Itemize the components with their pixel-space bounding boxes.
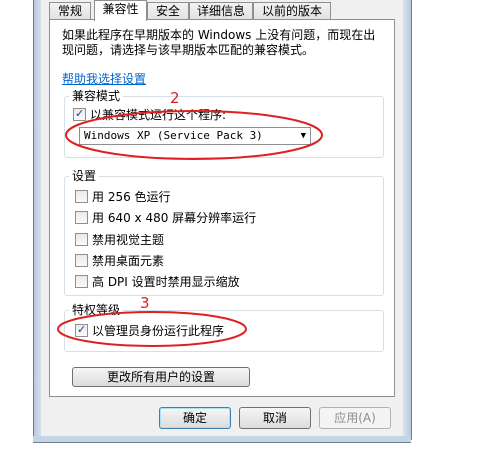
- change-all-users-button[interactable]: 更改所有用户的设置: [72, 367, 250, 387]
- setting-256-colors-label: 用 256 色运行: [92, 190, 171, 204]
- compat-mode-group: 兼容模式 以兼容模式运行这个程序: Windows XP (Service Pa…: [64, 88, 384, 158]
- apply-button: 应用(A): [319, 407, 391, 429]
- dropdown-arrow-icon: ▼: [300, 131, 306, 141]
- setting-disable-dpi-scaling-label: 高 DPI 设置时禁用显示缩放: [92, 275, 240, 289]
- window-frame-right: [403, 0, 412, 440]
- tab-security[interactable]: 安全: [147, 2, 189, 19]
- compat-mode-checkbox-row[interactable]: 以兼容模式运行这个程序:: [73, 106, 227, 123]
- window-frame-bottom: [33, 436, 411, 443]
- tab-details[interactable]: 详细信息: [189, 2, 253, 19]
- setting-640x480[interactable]: 用 640 x 480 屏幕分辨率运行: [75, 210, 256, 226]
- setting-640x480-checkbox[interactable]: [75, 211, 88, 224]
- setting-256-colors[interactable]: 用 256 色运行: [75, 189, 171, 205]
- setting-disable-themes-label: 禁用视觉主题: [92, 233, 165, 247]
- intro-text: 如果此程序在早期版本的 Windows 上没有问题，而现在出现问题，请选择与该早…: [62, 28, 376, 57]
- setting-256-colors-checkbox[interactable]: [75, 190, 88, 203]
- compat-mode-label: 兼容模式: [69, 88, 124, 104]
- compat-mode-select-value: Windows XP (Service Pack 3): [84, 129, 263, 142]
- cancel-button[interactable]: 取消: [239, 407, 311, 429]
- tab-previous-versions[interactable]: 以前的版本: [253, 2, 331, 19]
- setting-disable-dpi-scaling[interactable]: 高 DPI 设置时禁用显示缩放: [75, 274, 240, 290]
- setting-disable-desktop-label: 禁用桌面元素: [92, 254, 165, 268]
- privilege-group-label: 特权等级: [69, 302, 124, 318]
- help-link[interactable]: 帮助我选择设置: [62, 70, 146, 87]
- compat-mode-checkbox-label: 以兼容模式运行这个程序:: [90, 108, 227, 122]
- compat-mode-checkbox[interactable]: [73, 106, 86, 122]
- run-as-admin-checkbox[interactable]: [75, 322, 88, 338]
- run-as-admin-row[interactable]: 以管理员身份运行此程序: [75, 322, 225, 339]
- tab-compatibility[interactable]: 兼容性: [94, 0, 147, 21]
- settings-group-label: 设置: [69, 168, 100, 184]
- compat-mode-select[interactable]: Windows XP (Service Pack 3) ▼: [79, 127, 311, 145]
- privilege-group: 特权等级 以管理员身份运行此程序: [64, 302, 384, 352]
- setting-640x480-label: 用 640 x 480 屏幕分辨率运行: [92, 211, 257, 225]
- setting-disable-themes-checkbox[interactable]: [75, 233, 88, 246]
- setting-disable-dpi-scaling-checkbox[interactable]: [75, 275, 88, 288]
- compatibility-panel: 如果此程序在早期版本的 Windows 上没有问题，而现在出现问题，请选择与该早…: [49, 19, 395, 397]
- run-as-admin-label: 以管理员身份运行此程序: [92, 324, 225, 338]
- properties-dialog: 常规 兼容性 安全 详细信息 以前的版本 如果此程序在早期版本的 Windows…: [41, 0, 403, 436]
- setting-disable-desktop[interactable]: 禁用桌面元素: [75, 253, 164, 269]
- setting-disable-desktop-checkbox[interactable]: [75, 254, 88, 267]
- ok-button[interactable]: 确定: [159, 407, 231, 429]
- setting-disable-themes[interactable]: 禁用视觉主题: [75, 232, 164, 248]
- settings-group: 设置 用 256 色运行 用 640 x 480 屏幕分辨率运行 禁用视觉主题 …: [64, 168, 384, 296]
- tab-general[interactable]: 常规: [49, 2, 91, 19]
- annotation-number-2: 2: [170, 89, 180, 107]
- annotation-number-3: 3: [140, 294, 150, 312]
